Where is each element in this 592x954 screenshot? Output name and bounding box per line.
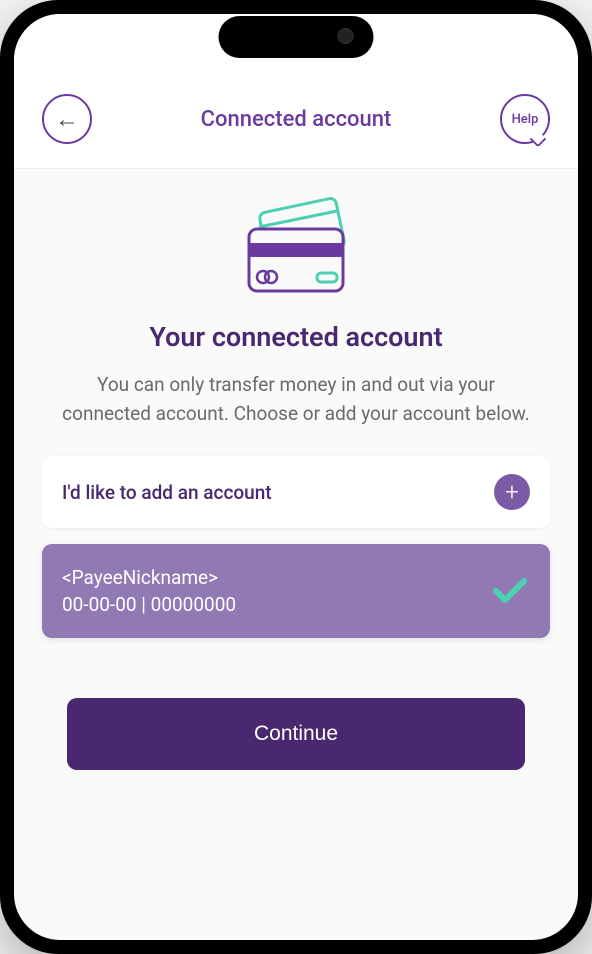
plus-icon: + [494,474,530,510]
arrow-left-icon: ← [55,107,79,131]
account-number: 00-00-00 | 00000000 [62,593,236,616]
phone-notch [219,16,374,58]
continue-button[interactable]: Continue [67,698,524,770]
help-button[interactable]: Help [500,94,550,144]
content-description: You can only transfer money in and out v… [42,371,550,428]
main-content: Your connected account You can only tran… [14,169,578,790]
account-nickname: <PayeeNickname> [62,566,236,589]
add-account-label: I'd like to add an account [62,481,272,504]
help-label: Help [512,112,539,127]
camera-icon [338,28,354,44]
cards-illustration [42,197,550,297]
back-button[interactable]: ← [42,94,92,144]
checkmark-icon [490,571,530,611]
phone-frame: ← Connected account Help Your c [0,0,592,954]
account-info: <PayeeNickname> 00-00-00 | 00000000 [62,566,236,616]
page-title: Connected account [201,107,392,132]
phone-screen: ← Connected account Help Your c [14,14,578,940]
content-heading: Your connected account [42,321,550,353]
add-account-button[interactable]: I'd like to add an account + [42,456,550,528]
account-option-selected[interactable]: <PayeeNickname> 00-00-00 | 00000000 [42,544,550,638]
credit-cards-icon [221,197,371,297]
